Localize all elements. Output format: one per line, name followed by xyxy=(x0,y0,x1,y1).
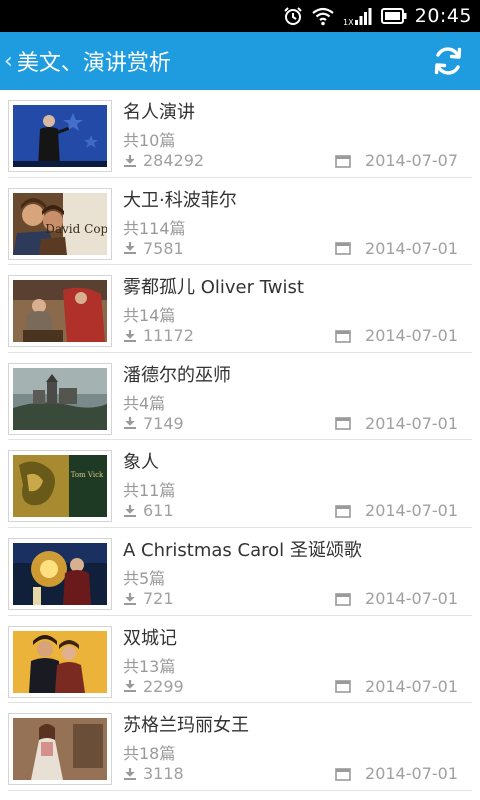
cover-text: Tom Vick xyxy=(71,471,104,479)
calendar-icon xyxy=(335,329,351,343)
download-icon xyxy=(124,680,136,693)
cover-thumbnail xyxy=(8,275,112,348)
download-icon xyxy=(124,504,136,517)
item-download-count: 7581 xyxy=(143,238,184,258)
item-date: 2014-07-01 xyxy=(365,413,458,433)
calendar-icon xyxy=(335,417,351,431)
list-item[interactable]: 名人演讲 共10篇 284292 2014-07-07 xyxy=(0,90,480,178)
cover-thumbnail xyxy=(8,538,112,610)
item-date: 2014-07-07 xyxy=(365,151,458,170)
divider xyxy=(8,789,472,791)
cover-thumbnail: Tom Vick xyxy=(8,450,112,523)
item-date: 2014-07-01 xyxy=(365,326,458,346)
cover-thumbnail xyxy=(8,100,112,172)
item-article-count: 共10篇 xyxy=(123,131,176,150)
cover-text: David Copper xyxy=(45,222,107,236)
chevron-left-icon: ‹ xyxy=(4,48,13,74)
download-icon xyxy=(124,767,136,780)
item-title: 雾都孤儿 Oliver Twist xyxy=(123,277,304,299)
item-title: 潘德尔的巫师 xyxy=(123,364,231,386)
calendar-icon xyxy=(335,767,351,781)
calendar-icon xyxy=(335,680,351,693)
list-item[interactable]: 潘德尔的巫师 共4篇 7149 2014-07-01 xyxy=(0,353,480,441)
status-clock: 20:45 xyxy=(414,5,472,27)
list-item[interactable]: David Copper 大卫·科波菲尔 共114篇 7581 2014-07-… xyxy=(0,178,480,266)
cover-thumbnail xyxy=(8,713,112,786)
item-download-count: 7149 xyxy=(143,413,184,433)
calendar-icon xyxy=(335,592,351,606)
item-date: 2014-07-01 xyxy=(365,676,458,696)
item-article-count: 共18篇 xyxy=(123,744,176,764)
status-bar: 1X 20:45 xyxy=(0,0,480,32)
wifi-icon xyxy=(311,5,335,27)
download-icon xyxy=(124,242,136,255)
alarm-icon xyxy=(283,5,303,27)
item-date: 2014-07-01 xyxy=(365,501,458,521)
list-item[interactable]: 苏格兰玛丽女王 共18篇 3118 2014-07-01 xyxy=(0,703,480,791)
list-item[interactable]: A Christmas Carol 圣诞颂歌 共5篇 721 2014-07-0… xyxy=(0,528,480,616)
cover-thumbnail xyxy=(8,362,112,435)
item-date: 2014-07-01 xyxy=(365,589,458,608)
download-icon xyxy=(124,154,136,167)
refresh-button[interactable] xyxy=(430,43,466,79)
item-date: 2014-07-01 xyxy=(365,238,458,258)
list-item[interactable]: Tom Vick 象人 共11篇 611 2014-07-01 xyxy=(0,440,480,528)
item-download-count: 611 xyxy=(143,501,174,521)
item-article-count: 共13篇 xyxy=(123,656,176,676)
download-icon xyxy=(124,417,136,430)
cell-signal-icon: 1X xyxy=(343,5,373,27)
cover-thumbnail xyxy=(8,625,112,698)
item-article-count: 共11篇 xyxy=(123,481,176,501)
signal-tag: 1X xyxy=(343,18,354,27)
item-title: 象人 xyxy=(123,452,159,474)
item-download-count: 3118 xyxy=(143,764,184,784)
app-header: ‹ 美文、演讲赏析 xyxy=(0,32,480,90)
item-title: A Christmas Carol 圣诞颂歌 xyxy=(123,540,362,561)
item-date: 2014-07-01 xyxy=(365,764,458,784)
calendar-icon xyxy=(335,242,351,255)
item-download-count: 11172 xyxy=(143,326,194,346)
back-button[interactable]: ‹ 美文、演讲赏析 xyxy=(4,32,171,90)
battery-icon xyxy=(380,5,407,27)
download-icon xyxy=(124,329,136,342)
item-title: 双城记 xyxy=(123,627,177,649)
item-article-count: 共114篇 xyxy=(123,218,186,238)
item-title: 大卫·科波菲尔 xyxy=(123,189,237,211)
item-download-count: 284292 xyxy=(143,151,205,170)
calendar-icon xyxy=(335,505,351,518)
list-item[interactable]: 双城记 共13篇 2299 2014-07-01 xyxy=(0,616,480,704)
item-title: 苏格兰玛丽女王 xyxy=(123,715,249,737)
item-download-count: 721 xyxy=(143,589,174,608)
list-item[interactable]: 雾都孤儿 Oliver Twist 共14篇 11172 2014-07-01 xyxy=(0,265,480,353)
download-icon xyxy=(124,592,136,605)
calendar-icon xyxy=(335,154,351,168)
item-article-count: 共4篇 xyxy=(123,393,166,413)
page-title: 美文、演讲赏析 xyxy=(16,51,171,76)
item-article-count: 共14篇 xyxy=(123,306,176,326)
item-article-count: 共5篇 xyxy=(123,569,166,588)
course-list[interactable]: 名人演讲 共10篇 284292 2014-07-07 David Cop 大卫… xyxy=(0,90,480,800)
item-download-count: 2299 xyxy=(143,676,184,696)
refresh-icon xyxy=(434,47,462,75)
item-title: 名人演讲 xyxy=(123,102,195,123)
cover-thumbnail: David Copper xyxy=(8,187,112,260)
